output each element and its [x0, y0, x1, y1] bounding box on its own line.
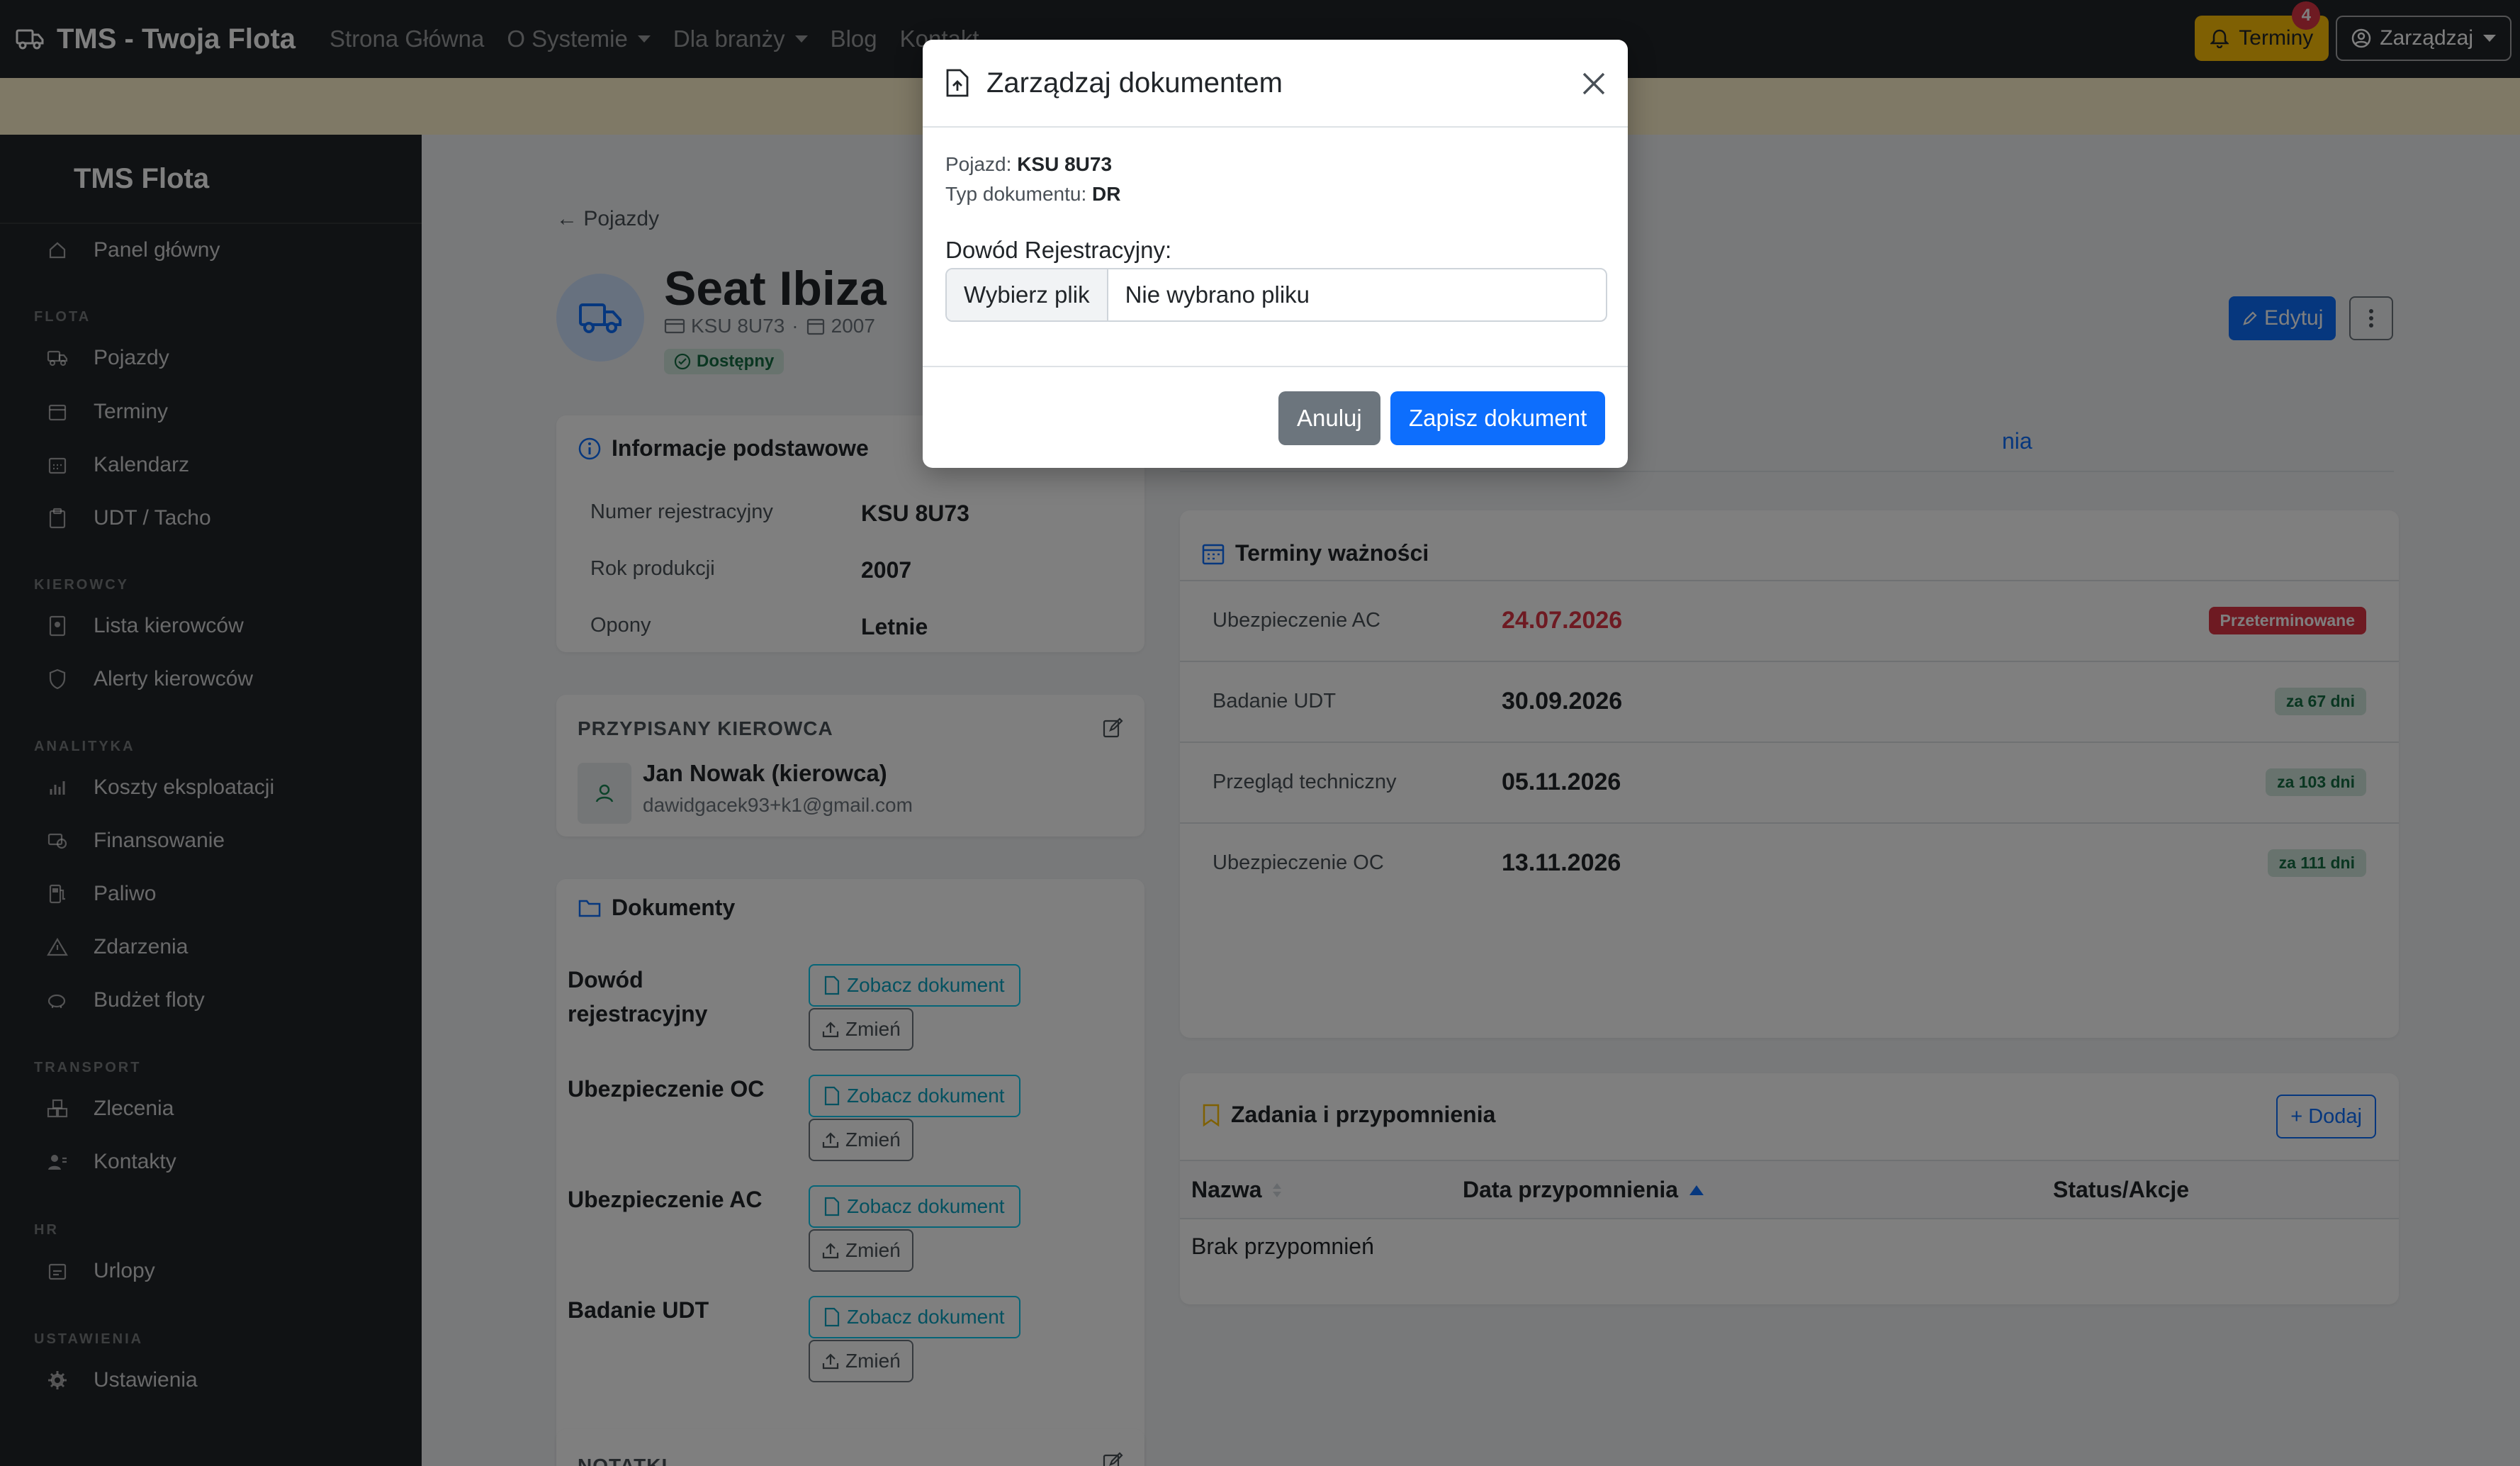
file-input[interactable]: Wybierz plik Nie wybrano pliku: [945, 268, 1607, 322]
file-upload-icon: [946, 69, 969, 97]
manage-document-modal: Zarządzaj dokumentem Pojazd: KSU 8U73 Ty…: [923, 40, 1628, 468]
modal-title: Zarządzaj dokumentem: [986, 67, 1283, 99]
modal-doctype-value: DR: [1092, 183, 1121, 205]
modal-vehicle-info: Pojazd: KSU 8U73: [945, 153, 1112, 176]
cancel-button[interactable]: Anuluj: [1278, 391, 1380, 445]
close-icon: [1582, 72, 1605, 95]
modal-vehicle-value: KSU 8U73: [1017, 153, 1113, 175]
file-input-status: Nie wybrano pliku: [1125, 281, 1310, 308]
close-button[interactable]: [1577, 67, 1611, 101]
modal-doctype-info: Typ dokumentu: DR: [945, 183, 1120, 206]
modal-header: Zarządzaj dokumentem: [923, 40, 1628, 128]
modal-doctype-label: Typ dokumentu:: [945, 183, 1087, 205]
modal-footer: Anuluj Zapisz dokument: [923, 366, 1628, 468]
modal-vehicle-label: Pojazd:: [945, 153, 1012, 175]
choose-file-button[interactable]: Wybierz plik: [947, 269, 1108, 320]
save-document-button[interactable]: Zapisz dokument: [1390, 391, 1606, 445]
file-field-label: Dowód Rejestracyjny:: [945, 237, 1172, 263]
